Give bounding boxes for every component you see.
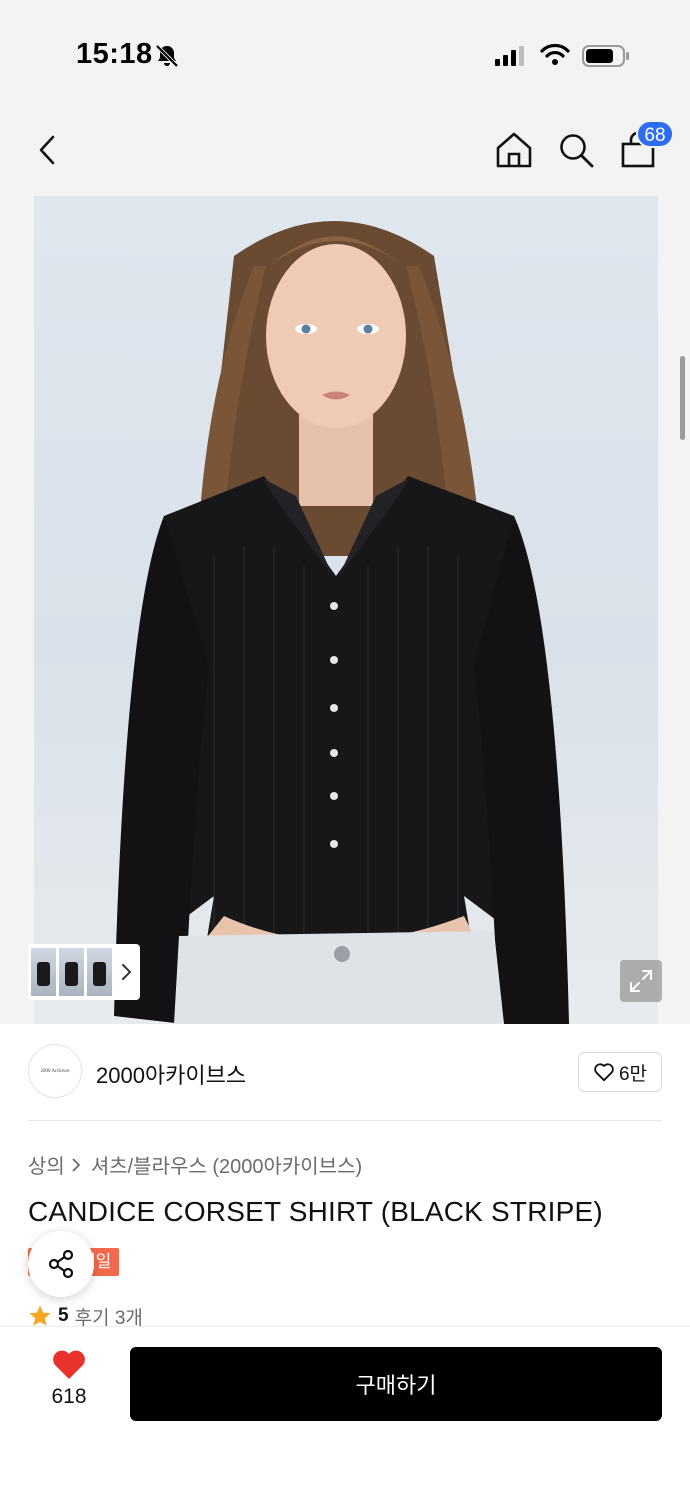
search-icon [560, 134, 594, 168]
signal-icon [495, 46, 524, 66]
expand-image-button[interactable] [620, 960, 662, 1002]
product-photo[interactable] [34, 196, 658, 1024]
buy-button-label: 구매하기 [355, 1373, 437, 1398]
home-button[interactable] [492, 128, 536, 172]
wifi-icon [540, 43, 570, 65]
thumbnail-strip[interactable] [28, 944, 140, 1000]
thumbnail[interactable] [31, 948, 56, 996]
wishlist-button[interactable]: 618 [38, 1349, 100, 1421]
brand-name[interactable]: 2000아카이브스 [96, 1058, 246, 1090]
battery-icon [582, 45, 629, 67]
cart-button[interactable]: 68 [616, 120, 674, 172]
star-icon [29, 1305, 51, 1326]
model-illustration [114, 221, 569, 1024]
buy-button[interactable]: 구매하기 [130, 1347, 662, 1421]
thumbnail-next-button[interactable] [115, 948, 137, 996]
search-button[interactable] [554, 128, 598, 172]
rating-row[interactable]: 5 후기 3개 [28, 1304, 143, 1328]
share-button[interactable] [28, 1231, 94, 1297]
rating-score: 5 [58, 1305, 69, 1326]
thumbnail[interactable] [87, 948, 112, 996]
back-button[interactable] [26, 128, 70, 172]
thumbnail[interactable] [59, 948, 84, 996]
review-count: 후기 3개 [74, 1307, 143, 1329]
heart-filled-icon [53, 1350, 85, 1379]
product-title: CANDICE CORSET SHIRT (BLACK STRIPE) [28, 1196, 603, 1227]
status-bar: 15:18 [0, 0, 690, 100]
breadcrumb-item-subcategory[interactable]: 셔츠/블라우스 (2000아카이브스) [91, 1150, 362, 1179]
cart-count-badge: 68 [636, 120, 674, 148]
brand-like-count: 6만 [618, 1063, 648, 1085]
wishlist-count: 618 [51, 1385, 87, 1408]
bell-slash-icon [155, 44, 179, 68]
chevron-right-icon [122, 964, 132, 980]
bottom-action-bar: 618 구매하기 [0, 1326, 690, 1500]
expand-icon [630, 970, 652, 992]
brand-avatar-text: 2000 Archives [40, 1068, 70, 1074]
breadcrumb-item-category[interactable]: 상의 [28, 1150, 65, 1179]
chevron-right-icon [71, 1156, 85, 1174]
scroll-indicator[interactable] [680, 356, 685, 440]
status-time: 15:18 [76, 38, 153, 70]
breadcrumb: 상의 셔츠/블라우스 (2000아카이브스) [28, 1150, 362, 1179]
brand-like-button[interactable]: 6만 [578, 1052, 662, 1092]
product-image-area [0, 196, 690, 1024]
brand-avatar[interactable]: 2000 Archives [28, 1044, 82, 1098]
share-icon [48, 1249, 74, 1279]
divider [28, 1120, 662, 1121]
top-navigation: 68 [0, 100, 690, 196]
home-icon [496, 132, 532, 168]
chevron-left-icon [39, 135, 55, 165]
brand-row: 2000 Archives 2000아카이브스 6만 [0, 1024, 690, 1120]
heart-outline-icon [594, 1063, 614, 1082]
